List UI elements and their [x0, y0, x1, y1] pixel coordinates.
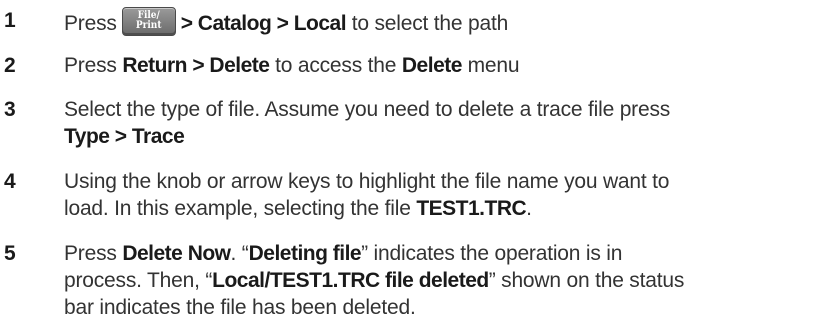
step-text-rest: to select the path — [351, 12, 509, 35]
status-message: Deleting file — [248, 242, 362, 265]
step-number: 1 — [4, 9, 16, 32]
step-text-mid: to access the — [275, 54, 397, 77]
step-text-press: Press — [64, 54, 117, 77]
softkey-name: Delete Now — [122, 242, 231, 265]
status-message: Local/TEST1.TRC file deleted — [212, 269, 489, 292]
step-text-line-2-end: ” shown on the status — [488, 269, 685, 292]
step-text: Press Return > Delete to access the Dele… — [64, 52, 834, 79]
step-number: 4 — [4, 170, 16, 193]
step-text-press: Press — [64, 12, 117, 35]
step-text-line-1-end: ” indicates the operation is in — [361, 242, 623, 265]
step-text-line-1: Using the knob or arrow keys to highligh… — [64, 170, 670, 193]
step-number: 5 — [4, 242, 16, 265]
menu-name: Delete — [401, 54, 463, 77]
file-name: TEST1.TRC — [416, 197, 527, 220]
step-text: Press Delete Now. “Deleting file” indica… — [64, 240, 834, 321]
step-number: 2 — [4, 54, 16, 77]
step-text: Press File/Print > Catalog > Local to sele… — [64, 7, 834, 36]
menu-path: > Catalog > Local — [180, 12, 347, 35]
step-number: 3 — [4, 98, 16, 121]
step-text-line-1: Select the type of file. Assume you need… — [64, 98, 671, 121]
step-text: Using the knob or arrow keys to highligh… — [64, 168, 834, 222]
step-text-line-2: load. In this example, selecting the fil… — [64, 197, 411, 220]
step-text-press: Press — [64, 242, 117, 265]
key-label-bottom: Print — [135, 20, 162, 31]
step-text: Select the type of file. Assume you need… — [64, 96, 834, 150]
step-text-end: menu — [467, 54, 520, 77]
file-print-key-icon: File/Print — [121, 7, 176, 36]
menu-path: Return > Delete — [122, 54, 270, 77]
step-text-period: . — [526, 197, 532, 220]
menu-path: Type > Trace — [64, 125, 185, 148]
step-text-line-3: bar indicates the file has been deleted. — [64, 296, 416, 319]
step-text-after: . “ — [230, 242, 249, 265]
step-text-line-2: process. Then, “ — [64, 269, 213, 292]
